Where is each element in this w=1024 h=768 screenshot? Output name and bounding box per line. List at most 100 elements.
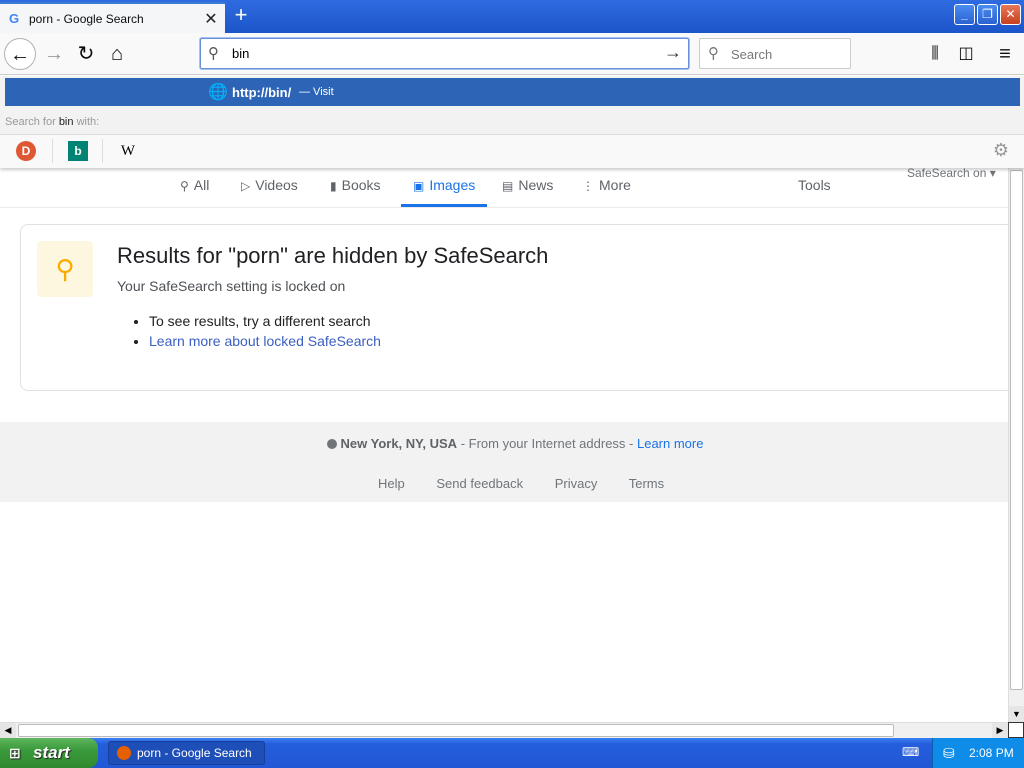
- duckduckgo-icon[interactable]: D: [16, 141, 36, 161]
- tab-label: More: [599, 177, 631, 193]
- task-label: porn - Google Search ...: [137, 746, 252, 760]
- location-dot-icon: [326, 439, 337, 449]
- play-icon: ▷: [241, 179, 251, 193]
- vertical-scrollbar[interactable]: ▼: [1008, 168, 1024, 722]
- new-tab-button[interactable]: +: [226, 2, 256, 30]
- screen: G porn - Google Search ✕ + _ ❐ ✕ ← → ↻ ⌂…: [0, 0, 1024, 768]
- wikipedia-icon[interactable]: W: [118, 141, 138, 161]
- visit-label: — Visit: [299, 86, 334, 98]
- search-icon: ⚲: [708, 45, 719, 62]
- safesearch-card: ⚲ Results for "porn" are hidden by SafeS…: [20, 224, 1008, 391]
- scroll-thumb[interactable]: [18, 724, 894, 737]
- search-engines-bar: D b W ⚙: [0, 134, 1024, 168]
- search-box[interactable]: ⚲ Search: [699, 38, 851, 69]
- scroll-down-arrow-icon[interactable]: ▼: [1009, 706, 1024, 722]
- divider: [52, 139, 53, 163]
- network-icon[interactable]: ⛁: [943, 738, 955, 768]
- taskbar: ⊞ start porn - Google Search ... ⌨ ⛁ 2:0…: [0, 738, 1024, 768]
- start-label: start: [33, 743, 70, 762]
- library-icon[interactable]: ⫼: [922, 41, 948, 67]
- scroll-right-arrow-icon[interactable]: ▶: [992, 723, 1008, 738]
- tab-label: Videos: [255, 177, 298, 193]
- search-for-suffix: with:: [76, 116, 100, 128]
- card-bullets: To see results, try a different search L…: [149, 313, 381, 353]
- image-icon: ▣: [413, 179, 425, 193]
- minimize-button[interactable]: _: [954, 4, 975, 25]
- footer-links: Help Send feedback Privacy Terms: [378, 476, 692, 491]
- divider: [102, 139, 103, 163]
- learn-more-link[interactable]: Learn more: [637, 436, 703, 451]
- taskbar-item-firefox[interactable]: porn - Google Search ...: [108, 741, 265, 765]
- tab-images[interactable]: ▣ Images: [401, 177, 488, 207]
- reload-button[interactable]: ↻: [70, 38, 102, 70]
- book-icon: ▮: [330, 179, 337, 193]
- search-with-label: Search for bin with:: [5, 116, 99, 128]
- learn-more-safesearch-link[interactable]: Learn more about locked SafeSearch: [149, 333, 381, 349]
- card-title: Results for "porn" are hidden by SafeSea…: [117, 243, 549, 268]
- more-icon: ⋮: [582, 179, 594, 193]
- bing-icon[interactable]: b: [68, 141, 88, 161]
- url-bar[interactable]: ⚲ bin →: [200, 38, 689, 69]
- back-button[interactable]: ←: [4, 38, 36, 70]
- newspaper-icon: ▤: [502, 179, 514, 193]
- location-text: New York, NY, USA: [340, 436, 458, 451]
- home-button[interactable]: ⌂: [101, 38, 133, 70]
- card-subtitle: Your SafeSearch setting is locked on: [117, 278, 346, 294]
- firefox-icon: [117, 746, 131, 760]
- search-placeholder: Search: [731, 47, 773, 62]
- safesearch-toggle[interactable]: SafeSearch on ▾: [907, 168, 996, 180]
- system-tray: ⛁ 2:08 PM: [932, 738, 1024, 768]
- sidebar-icon[interactable]: ◫: [953, 41, 979, 67]
- forward-button[interactable]: →: [38, 38, 70, 70]
- terms-link[interactable]: Terms: [629, 476, 664, 491]
- privacy-link[interactable]: Privacy: [555, 476, 598, 491]
- scroll-left-arrow-icon[interactable]: ◀: [0, 723, 16, 738]
- url-input-value[interactable]: bin: [232, 46, 249, 61]
- windows-flag-icon: ⊞: [9, 745, 21, 761]
- tab-videos[interactable]: ▷ Videos: [241, 177, 298, 207]
- tools-button[interactable]: Tools: [798, 177, 831, 207]
- start-button[interactable]: ⊞ start: [0, 738, 98, 768]
- send-feedback-link[interactable]: Send feedback: [436, 476, 523, 491]
- page-footer: New York, NY, USA - From your Internet a…: [0, 422, 1008, 502]
- visit-url: http://bin/: [232, 85, 292, 100]
- url-dropdown: 🌐 http://bin/ — Visit Search for bin wit…: [0, 76, 1024, 168]
- scrollbar-corner: [1008, 722, 1024, 738]
- keyboard-icon[interactable]: ⌨: [902, 745, 919, 759]
- close-window-button[interactable]: ✕: [1000, 4, 1021, 25]
- location-line: New York, NY, USA - From your Internet a…: [0, 436, 1008, 451]
- search-term: bin: [58, 116, 74, 128]
- tab-title: porn - Google Search: [29, 11, 144, 26]
- restore-button[interactable]: ❐: [977, 4, 998, 25]
- scroll-thumb[interactable]: [1010, 170, 1023, 690]
- magnifier-icon: ⚲: [37, 241, 93, 297]
- search-icon: ⚲: [208, 45, 219, 62]
- location-note: - From your Internet address -: [457, 436, 637, 451]
- visit-suggestion[interactable]: 🌐 http://bin/ — Visit: [5, 78, 1020, 106]
- search-icon: ⚲: [180, 179, 189, 193]
- bullet-item: To see results, try a different search: [149, 313, 381, 329]
- tab-label: Images: [429, 177, 476, 193]
- bullet-item: Learn more about locked SafeSearch: [149, 333, 381, 349]
- help-link[interactable]: Help: [378, 476, 405, 491]
- globe-icon: 🌐: [208, 84, 228, 101]
- hamburger-menu-icon[interactable]: ≡: [992, 41, 1018, 67]
- search-for-prefix: Search for: [5, 116, 56, 128]
- horizontal-scrollbar[interactable]: ◀ ▶: [0, 722, 1008, 738]
- tab-strip: G porn - Google Search ✕ + _ ❐ ✕: [0, 0, 1024, 33]
- gear-icon[interactable]: ⚙: [993, 140, 1009, 161]
- clock: 2:08 PM: [969, 746, 1014, 760]
- nav-toolbar: ← → ↻ ⌂ ⚲ bin → ⚲ Search ⫼ ◫ ≡: [0, 33, 1024, 75]
- close-tab-icon[interactable]: ✕: [197, 9, 225, 29]
- google-favicon-icon: G: [9, 11, 20, 26]
- tab-label: Books: [341, 177, 381, 193]
- go-arrow-icon[interactable]: →: [664, 42, 682, 63]
- tab-more[interactable]: ⋮ More: [582, 177, 631, 207]
- page-content: ⚲ All ▷ Videos ▮ Books ▣ Images ▤ News ⋮ More …: [0, 168, 1008, 722]
- tab-books[interactable]: ▮ Books: [330, 177, 381, 207]
- browser-tab[interactable]: G porn - Google Search ✕: [0, 2, 225, 33]
- tab-news[interactable]: ▤ News: [502, 177, 553, 207]
- tab-all[interactable]: ⚲ All: [180, 177, 209, 207]
- google-tabs: ⚲ All ▷ Videos ▮ Books ▣ Images ▤ News ⋮ More …: [0, 168, 1008, 208]
- tab-label: All: [193, 177, 210, 193]
